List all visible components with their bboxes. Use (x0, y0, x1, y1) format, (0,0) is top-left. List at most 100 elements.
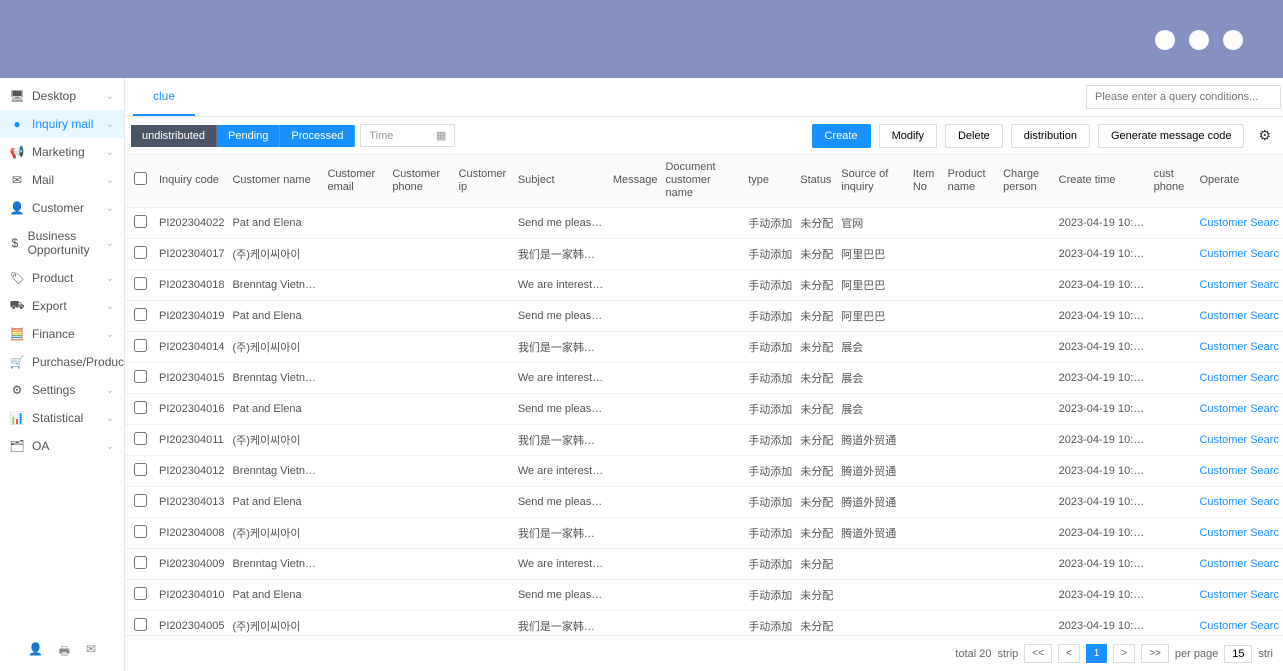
page-prev[interactable]: < (1058, 644, 1080, 663)
table-row[interactable]: PI202304022Pat and ElenaSend me please p… (125, 207, 1283, 238)
row-checkbox[interactable] (134, 525, 147, 538)
operate-link[interactable]: Customer Searc (1195, 548, 1283, 579)
operate-link[interactable]: Customer Searc (1195, 393, 1283, 424)
table-row[interactable]: PI202304005(주)케이씨아이我们是一家韩国生...手动添加未分配202… (125, 610, 1283, 635)
table-row[interactable]: PI202304017(주)케이씨아이我们是一家韩国生...手动添加未分配阿里巴… (125, 238, 1283, 269)
table-row[interactable]: PI202304013Pat and ElenaSend me please p… (125, 486, 1283, 517)
cell-message (609, 238, 662, 269)
sidebar-item-desktop[interactable]: 🖥Desktop⌄ (0, 82, 124, 110)
table-row[interactable]: PI202304008(주)케이씨아이我们是一家韩国生...手动添加未分配腾道外… (125, 517, 1283, 548)
column-header[interactable]: Customer name (228, 155, 323, 208)
search-input[interactable] (1086, 85, 1281, 109)
sidebar-item-customer[interactable]: 👤Customer⌄ (0, 194, 124, 222)
sidebar-item-oa[interactable]: 🗂OA⌄ (0, 432, 124, 460)
table-row[interactable]: PI202304014(주)케이씨아이我们是一家韩国生...手动添加未分配展会2… (125, 331, 1283, 362)
sidebar-item-purchase-produce[interactable]: 🛒Purchase/Produce⌄ (0, 348, 124, 376)
filter-undistributed[interactable]: undistributed (131, 125, 217, 147)
header-dot[interactable] (1155, 30, 1175, 50)
operate-link[interactable]: Customer Searc (1195, 610, 1283, 635)
sidebar-item-business-opportunity[interactable]: $Business Opportunity⌄ (0, 222, 124, 264)
operate-link[interactable]: Customer Searc (1195, 207, 1283, 238)
sidebar-item-settings[interactable]: ⚙Settings⌄ (0, 376, 124, 404)
sidebar-item-statistical[interactable]: 📊Statistical⌄ (0, 404, 124, 432)
row-checkbox[interactable] (134, 618, 147, 631)
column-header[interactable]: Message (609, 155, 662, 208)
column-header[interactable]: Create time (1055, 155, 1150, 208)
operate-link[interactable]: Customer Searc (1195, 300, 1283, 331)
column-header[interactable]: type (744, 155, 796, 208)
page-first[interactable]: << (1024, 644, 1052, 663)
column-header[interactable]: Customer ip (455, 155, 514, 208)
row-checkbox[interactable] (134, 308, 147, 321)
cell-source: 腾道外贸通 (837, 486, 909, 517)
sidebar-item-finance[interactable]: 🧮Finance⌄ (0, 320, 124, 348)
row-checkbox[interactable] (134, 246, 147, 259)
header-dot[interactable] (1189, 30, 1209, 50)
sidebar-item-inquiry-mail[interactable]: ●Inquiry mail⌄ (0, 110, 124, 138)
operate-link[interactable]: Customer Searc (1195, 486, 1283, 517)
sidebar-item-mail[interactable]: ✉Mail⌄ (0, 166, 124, 194)
row-checkbox[interactable] (134, 401, 147, 414)
operate-link[interactable]: Customer Searc (1195, 362, 1283, 393)
operate-link[interactable]: Customer Searc (1195, 269, 1283, 300)
time-input[interactable]: Time ▦ (360, 124, 455, 147)
operate-link[interactable]: Customer Searc (1195, 238, 1283, 269)
page-current[interactable]: 1 (1086, 644, 1108, 663)
operate-link[interactable]: Customer Searc (1195, 424, 1283, 455)
column-header[interactable]: Status (796, 155, 837, 208)
column-header[interactable]: Operate (1195, 155, 1283, 208)
table-row[interactable]: PI202304015Brenntag Vietnam...We are int… (125, 362, 1283, 393)
row-checkbox[interactable] (134, 215, 147, 228)
row-checkbox[interactable] (134, 432, 147, 445)
table-row[interactable]: PI202304018Brenntag Vietnam...We are int… (125, 269, 1283, 300)
distribution-button[interactable]: distribution (1011, 124, 1090, 148)
operate-link[interactable]: Customer Searc (1195, 455, 1283, 486)
row-checkbox[interactable] (134, 277, 147, 290)
table-row[interactable]: PI202304011(주)케이씨아이我们是一家韩国生...手动添加未分配腾道外… (125, 424, 1283, 455)
table-row[interactable]: PI202304019Pat and ElenaSend me please p… (125, 300, 1283, 331)
table-wrap[interactable]: Inquiry codeCustomer nameCustomer emailC… (125, 154, 1283, 635)
column-header[interactable]: Source of inquiry (837, 155, 909, 208)
row-checkbox[interactable] (134, 556, 147, 569)
mail-icon[interactable]: ✉ (86, 642, 96, 663)
sidebar-item-product[interactable]: 🏷Product⌄ (0, 264, 124, 292)
generate-code-button[interactable]: Generate message code (1098, 124, 1244, 148)
page-next[interactable]: > (1113, 644, 1135, 663)
column-header[interactable]: Item No (909, 155, 944, 208)
column-header[interactable]: Customer phone (388, 155, 454, 208)
column-header[interactable]: Document customer name (661, 155, 744, 208)
pagesize-input[interactable] (1224, 645, 1252, 663)
column-header[interactable]: Inquiry code (155, 155, 228, 208)
select-all-checkbox[interactable] (134, 172, 147, 185)
create-button[interactable]: Create (812, 124, 871, 148)
page-last[interactable]: >> (1141, 644, 1169, 663)
table-row[interactable]: PI202304012Brenntag Vietnam...We are int… (125, 455, 1283, 486)
table-row[interactable]: PI202304009Brenntag Vietnam...We are int… (125, 548, 1283, 579)
sidebar-item-marketing[interactable]: 📢Marketing⌄ (0, 138, 124, 166)
filter-pending[interactable]: Pending (217, 125, 280, 147)
table-row[interactable]: PI202304010Pat and ElenaSend me please p… (125, 579, 1283, 610)
column-header[interactable]: Charge person (999, 155, 1055, 208)
column-header[interactable]: cust phone (1150, 155, 1196, 208)
operate-link[interactable]: Customer Searc (1195, 517, 1283, 548)
table-row[interactable]: PI202304016Pat and ElenaSend me please p… (125, 393, 1283, 424)
user-icon[interactable]: 👤 (28, 642, 43, 663)
column-header[interactable]: Subject (514, 155, 609, 208)
column-header[interactable]: Product name (944, 155, 999, 208)
modify-button[interactable]: Modify (879, 124, 937, 148)
row-checkbox[interactable] (134, 370, 147, 383)
sidebar-item-export[interactable]: ⛟Export⌄ (0, 292, 124, 320)
row-checkbox[interactable] (134, 494, 147, 507)
header-dot[interactable] (1223, 30, 1243, 50)
row-checkbox[interactable] (134, 587, 147, 600)
operate-link[interactable]: Customer Searc (1195, 579, 1283, 610)
filter-processed[interactable]: Processed (280, 125, 355, 147)
print-icon[interactable]: 🖶 (59, 642, 70, 663)
operate-link[interactable]: Customer Searc (1195, 331, 1283, 362)
column-header[interactable]: Customer email (323, 155, 388, 208)
row-checkbox[interactable] (134, 339, 147, 352)
delete-button[interactable]: Delete (945, 124, 1003, 148)
gear-icon[interactable]: ⚙ (1252, 123, 1277, 148)
row-checkbox[interactable] (134, 463, 147, 476)
tab-clue[interactable]: clue (133, 78, 195, 116)
